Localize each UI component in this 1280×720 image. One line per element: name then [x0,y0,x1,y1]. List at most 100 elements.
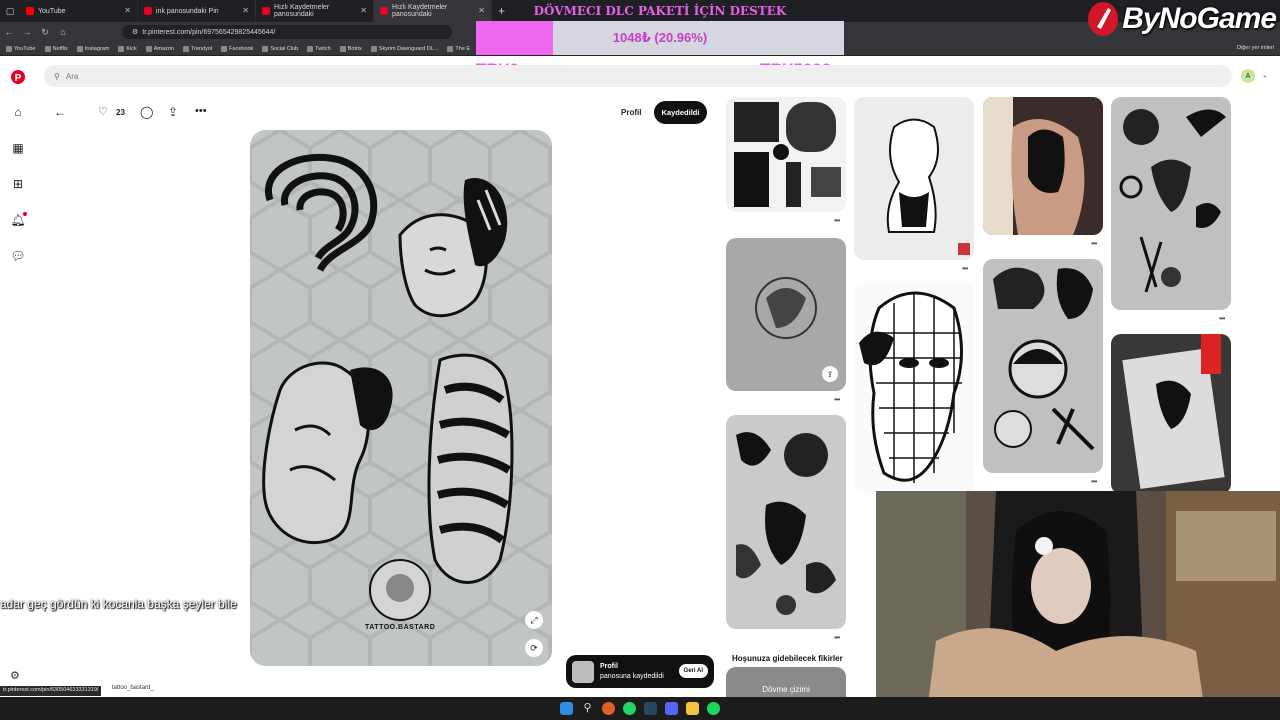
related-pin[interactable] [854,283,974,493]
related-pin[interactable] [983,97,1103,235]
search-input[interactable] [65,71,366,81]
bookmark-favicon-icon [145,45,152,52]
tattoo-flash-artwork [250,130,552,666]
board-select[interactable]: Profil [621,108,641,117]
related-pin[interactable] [726,415,846,629]
more-options-icon[interactable]: ••• [834,395,840,404]
bookmark-item[interactable]: Twitch [307,45,331,52]
tab-youtube[interactable]: YouTube ✕ [20,0,138,22]
site-info-icon[interactable]: ⚙ [132,28,138,36]
donation-progress-bar: 1048₺ (20.96%) [476,21,844,55]
webcam-feed [876,491,1280,720]
tab-label: YouTube [38,7,66,15]
bookmark-favicon-icon [182,45,189,52]
bookmark-label: Facebook [229,45,254,52]
bookmark-item[interactable]: Skyrim Dawnguard DL... [370,45,439,52]
more-options-icon[interactable]: ••• [195,105,207,117]
pin-thumbnail-art [1122,334,1225,489]
undo-button[interactable]: Geri Al [678,664,708,678]
tab-quick-saves-active[interactable]: Hızlı Kaydetmeler panosundaki ✕ [374,0,492,22]
pinterest-logo-icon[interactable]: P [10,69,26,85]
home-icon[interactable]: ⌂ [10,104,26,120]
back-arrow-icon[interactable]: ← [54,105,66,119]
more-options-icon[interactable]: ••• [1091,477,1097,486]
pin-thumbnail-art [736,432,836,615]
home-icon[interactable]: ⌂ [54,27,72,37]
search-icon[interactable]: ⚲ [581,702,594,715]
settings-icon[interactable]: ⚙ [10,669,20,682]
search-bar[interactable]: ⚲ [44,65,1232,87]
bookmark-item[interactable]: Kick [118,45,137,52]
more-options-icon[interactable]: ••• [1091,239,1097,248]
spotify-icon[interactable] [707,702,720,715]
bookmark-item[interactable]: Netflix [44,45,68,52]
bookmark-item[interactable]: Instagram [76,45,110,52]
forward-icon[interactable]: → [18,27,36,37]
close-tab-icon[interactable]: ✕ [242,6,249,15]
whatsapp-icon[interactable] [623,702,636,715]
heart-icon[interactable]: ♡ [98,105,108,118]
more-options-icon[interactable]: ••• [834,216,840,225]
bookmark-favicon-icon [262,45,269,52]
related-pin[interactable] [983,259,1103,473]
notification-badge [23,212,27,216]
more-ideas-heading: Hoşunuza gidebilecek fikirler [732,654,843,663]
reload-icon[interactable]: ↻ [36,27,54,38]
more-ideas-card[interactable]: Dövme çizimi [726,667,846,697]
bookmark-label: Instagram [84,45,110,52]
search-icon: ⚲ [54,71,60,81]
visual-search-icon[interactable]: ⟳ [525,639,543,657]
bookmark-label: Skyrim Dawnguard DL... [378,45,439,52]
bookmark-favicon-icon [76,45,83,52]
tab-quick-saves[interactable]: Hızlı Kaydetmeler panosundaki ✕ [256,0,374,22]
brand-name: ByNoGame [1122,2,1277,35]
chevron-down-icon[interactable]: ⌄ [1262,71,1268,79]
expand-icon[interactable]: ⤢ [525,611,543,629]
bookmark-item[interactable]: Facebook [221,45,254,52]
more-options-icon[interactable]: ••• [962,264,968,273]
toast-title: Profil [600,662,618,670]
create-icon[interactable]: ⊞ [10,176,26,192]
pin-image[interactable]: ⤢ ⟳ [250,130,552,666]
bookmark-item[interactable]: Social Club [262,45,298,52]
tab-ink-pin[interactable]: ink panosundaki Pin ✕ [138,0,256,22]
bookmark-item[interactable]: Botrix [339,45,362,52]
close-tab-icon[interactable]: ✕ [124,6,131,15]
bookmark-label: Amazon [153,45,174,52]
browser-icon[interactable] [602,702,615,715]
tab-label: ink panosundaki Pin [156,7,219,15]
related-pin[interactable] [1111,334,1231,494]
pinterest-favicon-icon [380,7,388,15]
folder-icon[interactable] [686,702,699,715]
bookmark-label: The E [455,45,471,52]
donation-progress-text: 1048₺ (20.96%) [612,30,708,45]
bookmark-item[interactable]: Trendyol [182,45,212,52]
url-field[interactable]: ⚙ tr.pinterest.com/pin/69756542982544564… [122,25,452,39]
bookmark-item[interactable]: The E [447,45,471,52]
back-icon[interactable]: ← [0,27,18,37]
avatar[interactable]: A [1241,69,1255,83]
explore-icon[interactable]: ▦ [10,140,26,156]
comment-icon[interactable]: ◯ [140,105,153,119]
pin-author[interactable]: tattoo_bastard_ [112,685,154,691]
bookmark-item[interactable]: YouTube [6,45,36,52]
more-options-icon[interactable]: ••• [834,633,840,642]
close-tab-icon[interactable]: ✕ [360,6,367,15]
share-icon[interactable]: ⇪ [168,105,178,119]
discord-icon[interactable] [665,702,678,715]
bookmark-favicon-icon [307,45,314,52]
tab-actions-icon[interactable]: ▢ [0,0,20,22]
start-icon[interactable] [560,702,573,715]
related-pin[interactable] [854,97,974,260]
other-bookmarks[interactable]: Diğer yer imleri [1237,45,1274,51]
saved-button[interactable]: Kaydedildi [654,101,707,124]
messages-icon[interactable]: 💬︎ [10,248,26,264]
steam-icon[interactable] [644,702,657,715]
bookmark-item[interactable]: Amazon [145,45,174,52]
related-pin[interactable] [1111,97,1231,310]
related-pin[interactable] [726,97,846,212]
related-pin[interactable]: ⇪ [726,238,846,391]
more-options-icon[interactable]: ••• [1219,314,1225,323]
toast-subtitle: panosuna kaydedildi [600,672,664,680]
share-icon[interactable]: ⇪ [822,366,838,382]
